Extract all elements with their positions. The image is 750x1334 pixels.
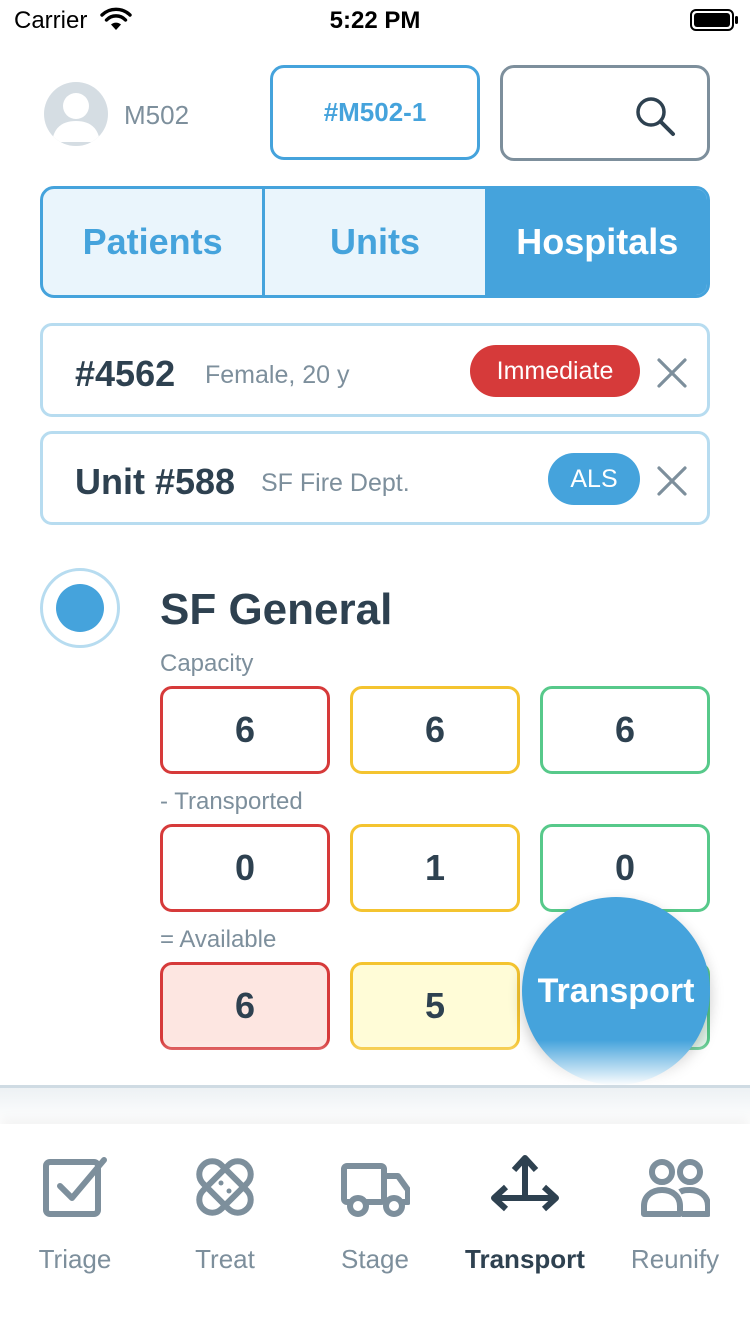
people-icon <box>641 1159 710 1217</box>
transport-button-label: Transport <box>537 971 695 1010</box>
selected-unit-card: Unit #588 SF Fire Dept. ALS <box>40 431 710 525</box>
bottom-tab-bar: Triage Treat Stage Transport Reunify <box>0 1124 750 1334</box>
segmented-tabs: Patients Units Hospitals <box>40 186 710 298</box>
radio-selected-dot <box>56 584 104 632</box>
patient-description: Female, 20 y <box>205 361 350 389</box>
available-immediate: 6 <box>160 962 330 1050</box>
close-icon[interactable] <box>655 464 689 498</box>
hospital-radio[interactable] <box>40 568 120 648</box>
arrows-icon <box>491 1155 559 1212</box>
status-bar: Carrier 5:22 PM <box>0 0 750 40</box>
search-icon <box>636 97 675 136</box>
unit-level-badge: ALS <box>548 453 640 505</box>
close-icon[interactable] <box>655 356 689 390</box>
unit-agency: SF Fire Dept. <box>261 469 410 497</box>
nav-reunify[interactable]: Reunify <box>600 1124 750 1294</box>
avatar[interactable] <box>44 82 108 146</box>
nav-transport[interactable]: Transport <box>450 1124 600 1294</box>
transported-delayed: 1 <box>350 824 520 912</box>
tab-label: Units <box>329 221 420 262</box>
nav-stage[interactable]: Stage <box>300 1124 450 1294</box>
list-fade <box>0 1040 750 1086</box>
transported-label: - Transported <box>160 788 303 815</box>
nav-label: Transport <box>465 1244 585 1274</box>
capacity-immediate[interactable]: 6 <box>160 686 330 774</box>
nav-triage[interactable]: Triage <box>0 1124 150 1294</box>
capacity-minor[interactable]: 6 <box>540 686 710 774</box>
selected-patient-card: #4562 Female, 20 y Immediate <box>40 323 710 417</box>
available-delayed: 5 <box>350 962 520 1050</box>
nav-label: Stage <box>341 1244 409 1274</box>
incident-label: #M502-1 <box>323 97 427 127</box>
incident-button[interactable]: #M502-1 <box>270 65 480 160</box>
nav-label: Triage <box>38 1244 112 1274</box>
hospital-name: SF General <box>160 585 393 634</box>
available-label: = Available <box>160 926 277 953</box>
nav-treat[interactable]: Treat <box>150 1124 300 1294</box>
next-hospital-peek <box>0 1088 750 1124</box>
bandage-icon <box>196 1158 254 1216</box>
transported-immediate: 0 <box>160 824 330 912</box>
user-id-label: M502 <box>124 100 190 130</box>
user-icon <box>52 93 100 142</box>
capacity-delayed[interactable]: 6 <box>350 686 520 774</box>
search-button[interactable] <box>500 65 710 161</box>
checkbox-icon <box>43 1157 107 1217</box>
patient-id: #4562 <box>75 353 176 394</box>
nav-label: Treat <box>195 1244 255 1274</box>
clock: 5:22 PM <box>329 7 421 34</box>
tab-patients[interactable]: Patients <box>43 189 262 295</box>
truck-icon <box>341 1163 410 1217</box>
nav-label: Reunify <box>630 1244 720 1274</box>
tab-label: Patients <box>82 221 223 262</box>
tab-hospitals[interactable]: Hospitals <box>484 189 707 295</box>
unit-id: Unit #588 <box>75 461 236 502</box>
battery-icon <box>690 9 738 31</box>
capacity-label: Capacity <box>160 650 254 677</box>
tab-units[interactable]: Units <box>262 189 484 295</box>
tab-label: Hospitals <box>516 221 679 262</box>
priority-badge: Immediate <box>470 345 640 397</box>
